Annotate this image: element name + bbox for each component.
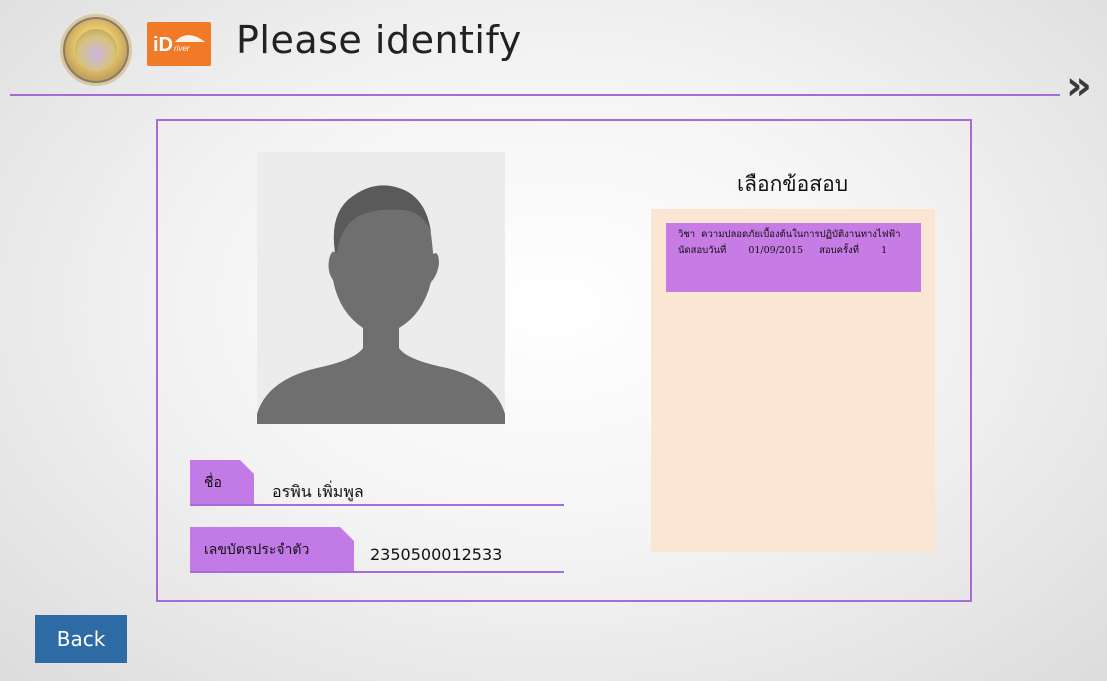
header: iD river Please identify » [0, 0, 1107, 106]
header-divider [10, 94, 1060, 96]
exam-meta: นัดสอบวันที่ 01/09/2015 สอบครั้งที่ 1 [678, 243, 917, 259]
id-card-value: 2350500012533 [370, 545, 503, 564]
exam-attempt: สอบครั้งที่ 1 [819, 245, 888, 256]
id-card-field: เลขบัตรประจำตัว 2350500012533 [190, 527, 564, 573]
exam-list-item[interactable]: วิชา ความปลอดภัยเบื้องต้นในการปฏิบัติงาน… [666, 223, 921, 292]
exam-date: นัดสอบวันที่ 01/09/2015 [678, 245, 804, 256]
emblem-seal-icon [60, 14, 132, 86]
exam-subject: วิชา ความปลอดภัยเบื้องต้นในการปฏิบัติงาน… [678, 229, 901, 240]
id-card-label: เลขบัตรประจำตัว [190, 527, 354, 573]
exam-list-panel: วิชา ความปลอดภัยเบื้องต้นในการปฏิบัติงาน… [651, 209, 935, 552]
idriver-logo: iD river [147, 22, 211, 66]
svg-text:river: river [174, 44, 190, 53]
svg-text:iD: iD [153, 34, 173, 56]
name-value: อรพิน เพิ่มพูล [272, 482, 364, 501]
next-chevron-icon[interactable]: » [1066, 66, 1092, 106]
name-label: ชื่อ [190, 460, 254, 506]
name-field: ชื่อ อรพิน เพิ่มพูล [190, 460, 564, 506]
exam-heading: เลือกข้อสอบ [736, 172, 849, 196]
back-button[interactable]: Back [35, 615, 127, 663]
profile-photo [257, 152, 505, 424]
page-title: Please identify [236, 18, 522, 62]
